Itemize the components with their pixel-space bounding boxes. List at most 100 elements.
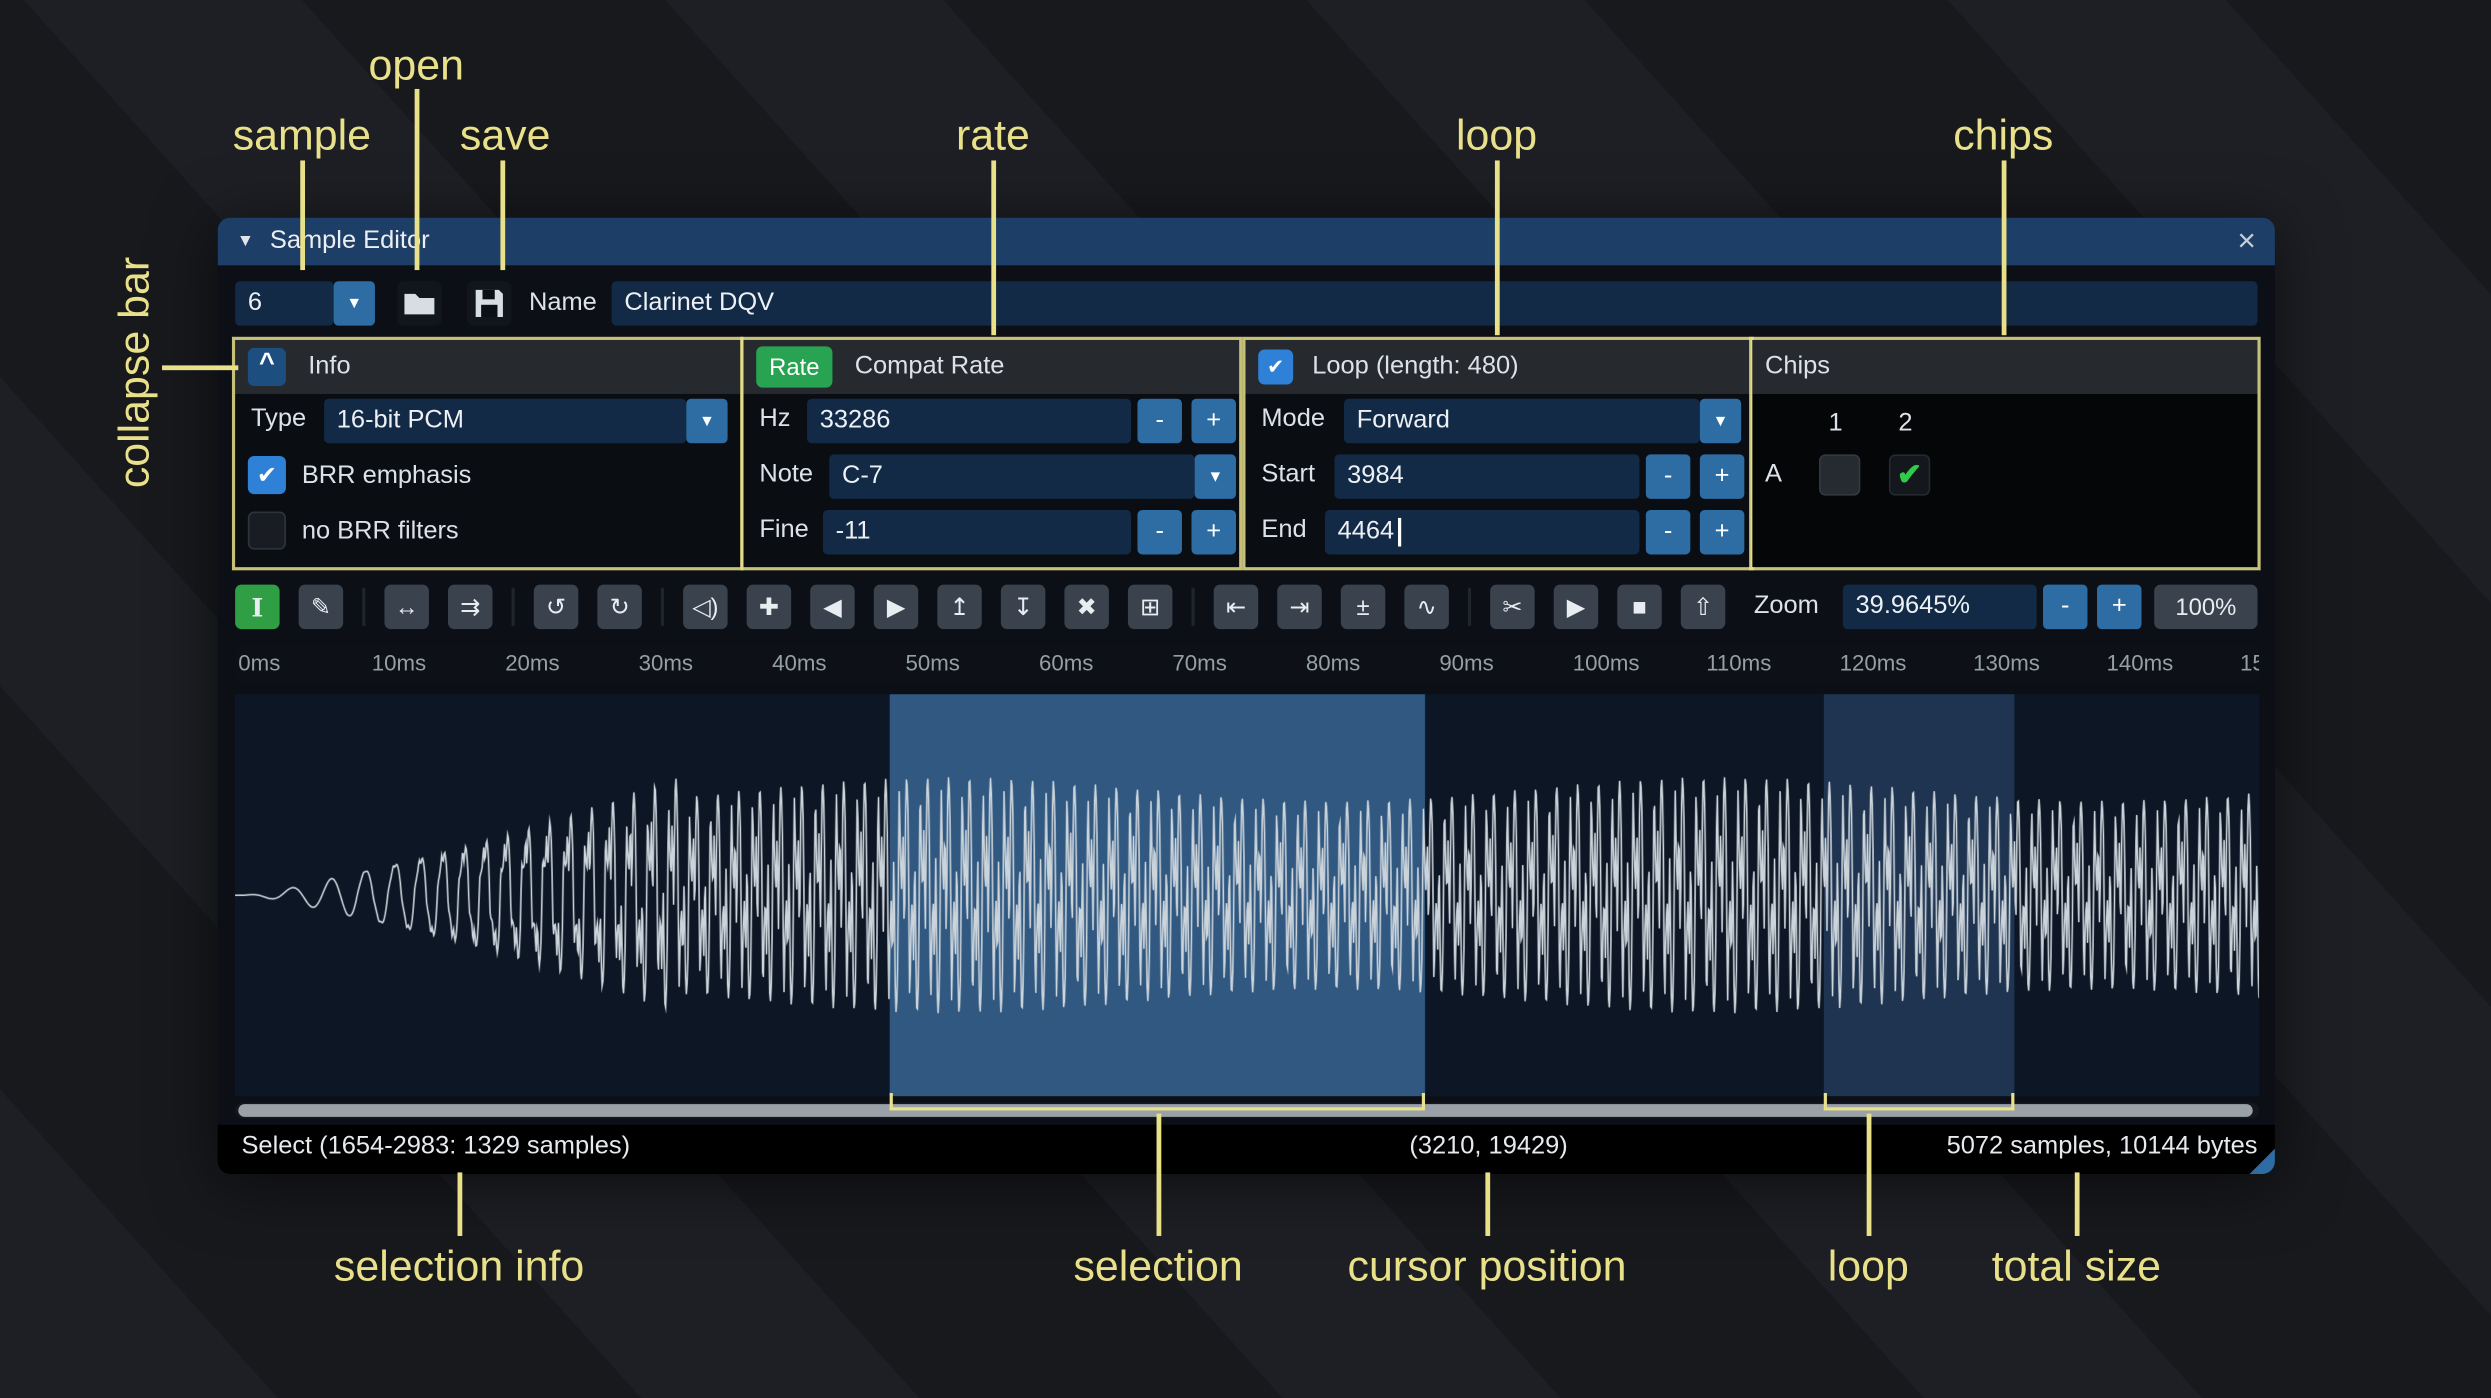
- name-input[interactable]: Clarinet DQV: [611, 281, 2258, 326]
- invert-icon[interactable]: ▶: [873, 584, 919, 630]
- brr-emphasis-checkbox[interactable]: ✔: [247, 455, 286, 495]
- ruler-label: 120ms: [1839, 649, 1907, 676]
- chip-2-checkbox[interactable]: ✔: [1888, 454, 1931, 496]
- loop-start-minus-button[interactable]: -: [1645, 454, 1691, 499]
- resize-icon[interactable]: ↔: [384, 584, 429, 630]
- plus-icon: +: [1714, 517, 1730, 545]
- ruler-label: 70ms: [1172, 649, 1227, 676]
- redo-icon[interactable]: ↻: [597, 584, 642, 630]
- info-panel-header: ^ Info: [235, 339, 741, 394]
- name-value: Clarinet DQV: [624, 289, 775, 317]
- loop-end-plus-button[interactable]: +: [1699, 509, 1745, 555]
- loop-panel: ✔ Loop (length: 480) Mode Forward ▼ Star…: [1242, 336, 1754, 571]
- annotation-line: [500, 160, 505, 271]
- fade-icon[interactable]: ↧: [1000, 584, 1046, 630]
- ruler: 0ms 10ms 20ms 30ms 40ms 50ms 60ms 70ms 80ms 90ms 1…: [235, 643, 2260, 685]
- filter-icon[interactable]: ∿: [1404, 584, 1449, 630]
- loop-start-input[interactable]: 3984: [1334, 454, 1640, 499]
- no-brr-filters-checkbox[interactable]: [247, 511, 286, 550]
- hz-minus-button[interactable]: -: [1137, 398, 1182, 444]
- window-collapse-icon[interactable]: ▼: [237, 232, 254, 251]
- total-size-text: 5072 samples, 10144 bytes: [1946, 1132, 2258, 1160]
- volume-icon[interactable]: ◁): [683, 584, 728, 630]
- rate-button[interactable]: Rate: [756, 346, 833, 388]
- undo-icon[interactable]: ↺: [533, 584, 579, 630]
- ruler-label: 0ms: [238, 649, 281, 676]
- stop-icon[interactable]: ■: [1617, 584, 1662, 630]
- trim-icon[interactable]: ±: [1340, 584, 1386, 630]
- loop-end-label: End: [1261, 516, 1307, 544]
- annotation-cursor-position: cursor position: [1347, 1242, 1627, 1290]
- collapse-button[interactable]: ^: [247, 347, 286, 387]
- annotation-chips: chips: [1953, 111, 2054, 159]
- ruler-label: 30ms: [638, 649, 694, 676]
- sample-number-field[interactable]: 6: [235, 281, 334, 326]
- ruler-label: 90ms: [1439, 649, 1494, 676]
- info-panel: ^ Info Type 16-bit PCM ▼ ✔ BRR emphasis …: [231, 336, 744, 571]
- edit-cursor-icon[interactable]: I: [235, 584, 280, 630]
- zoom-input[interactable]: 39.9645%: [1842, 584, 2037, 630]
- note-select[interactable]: C-7: [829, 454, 1195, 499]
- info-panel-title: Info: [308, 352, 351, 380]
- titlebar[interactable]: ▼ Sample Editor ×: [217, 217, 2275, 266]
- pencil-icon[interactable]: ✎: [298, 584, 344, 630]
- type-dropdown[interactable]: ▼: [686, 398, 728, 444]
- selection-info-text: Select (1654-2983: 1329 samples): [241, 1132, 631, 1160]
- mode-select[interactable]: Forward: [1343, 398, 1700, 444]
- fine-input[interactable]: -11: [822, 509, 1132, 555]
- ruler-label: 10ms: [371, 649, 427, 676]
- close-icon[interactable]: ×: [2237, 226, 2256, 258]
- toolbar-separator: [1467, 587, 1472, 626]
- note-dropdown[interactable]: ▼: [1194, 454, 1236, 499]
- resample-icon[interactable]: ⇉: [447, 584, 493, 630]
- resize-grip[interactable]: [2249, 1148, 2275, 1175]
- toolbar-separator: [660, 587, 665, 626]
- note-value: C-7: [841, 462, 883, 490]
- save-button[interactable]: [467, 281, 512, 326]
- type-select[interactable]: 16-bit PCM: [324, 398, 687, 444]
- toolbar-buttons: I ✎ ↔ ⇉ ↺ ↻ ◁) ✚ ◀ ▶ ↥ ↧ ✖ ⊞ ⇤ ⇥ ± ∿ ✂ ▶ ■ ⇧: [235, 584, 1726, 630]
- minus-icon: -: [1155, 406, 1164, 434]
- crop-icon[interactable]: ⊞: [1127, 584, 1173, 630]
- silence-icon[interactable]: ⇤: [1213, 584, 1259, 630]
- annotation-bracket: [1823, 1092, 2015, 1111]
- insert-icon[interactable]: ⇥: [1277, 584, 1322, 630]
- amplify-icon[interactable]: ✚: [746, 584, 792, 630]
- text-caret: [1397, 517, 1401, 547]
- fine-plus-button[interactable]: +: [1191, 509, 1236, 555]
- cut-icon[interactable]: ✂: [1490, 584, 1535, 630]
- loop-end-minus-button[interactable]: -: [1645, 509, 1691, 555]
- fine-value: -11: [835, 517, 871, 545]
- ruler-label: 20ms: [505, 649, 560, 676]
- loop-checkbox[interactable]: ✔: [1258, 349, 1294, 385]
- plus-icon: +: [1206, 517, 1222, 545]
- annotation-selection-info: selection info: [333, 1242, 585, 1290]
- mode-dropdown[interactable]: ▼: [1699, 398, 1742, 444]
- minus-icon: -: [1155, 517, 1164, 545]
- chip-1-checkbox[interactable]: [1819, 454, 1861, 496]
- play-icon[interactable]: ▶: [1553, 584, 1599, 630]
- delete-icon[interactable]: ✖: [1064, 584, 1109, 630]
- loop-panel-title: Loop (length: 480): [1312, 352, 1519, 380]
- reverse-icon[interactable]: ◀: [810, 584, 855, 630]
- loop-end-input[interactable]: 4464: [1324, 509, 1640, 555]
- sample-number-dropdown[interactable]: ▼: [333, 281, 375, 326]
- annotation-line: [991, 160, 996, 336]
- ruler-label: 60ms: [1038, 649, 1094, 676]
- loop-start-plus-button[interactable]: +: [1699, 454, 1745, 499]
- zoom-reset-button[interactable]: 100%: [2154, 584, 2258, 630]
- normalize-icon[interactable]: ↥: [937, 584, 982, 630]
- hz-input[interactable]: 33286: [807, 398, 1132, 444]
- waveform-view[interactable]: [235, 694, 2260, 1097]
- zoom-in-button[interactable]: +: [2097, 584, 2142, 630]
- cursor-position-text: (3210, 19429): [1409, 1132, 1568, 1160]
- minus-icon: -: [2061, 592, 2070, 620]
- open-button[interactable]: [397, 281, 442, 326]
- fine-minus-button[interactable]: -: [1137, 509, 1182, 555]
- hz-plus-button[interactable]: +: [1191, 398, 1236, 444]
- mode-value: Forward: [1356, 406, 1450, 434]
- export-icon[interactable]: ⇧: [1680, 584, 1726, 630]
- zoom-out-button[interactable]: -: [2043, 584, 2088, 630]
- rate-panel-title: Compat Rate: [854, 352, 1005, 380]
- waveform-canvas[interactable]: [235, 694, 2260, 1097]
